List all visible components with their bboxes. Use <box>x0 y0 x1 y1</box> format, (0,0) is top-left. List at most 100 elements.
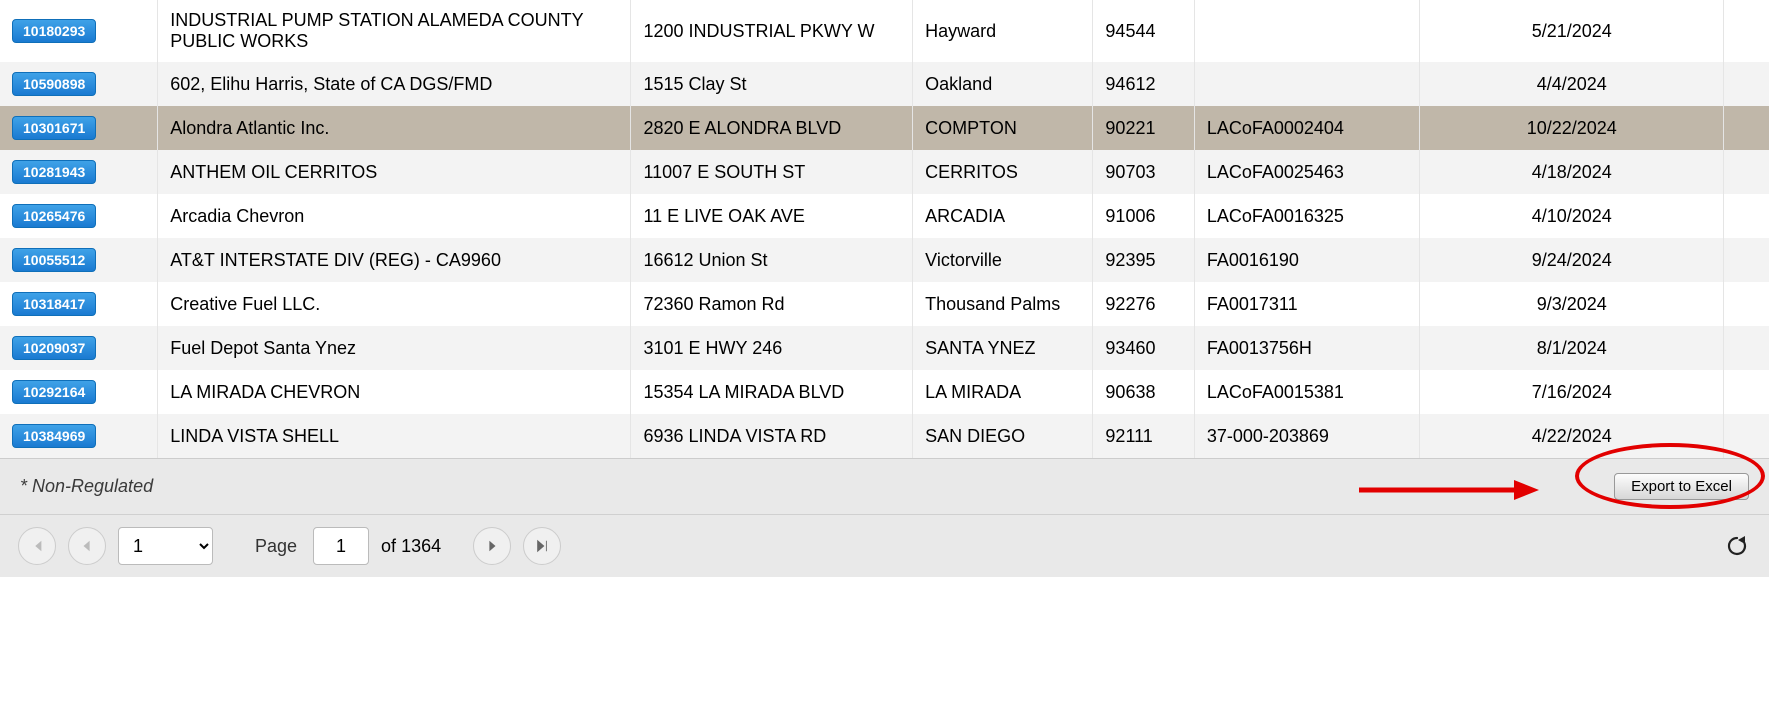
city: Victorville <box>913 238 1093 282</box>
page-of-label: of 1364 <box>381 536 441 557</box>
table-row[interactable]: 10055512 AT&T INTERSTATE DIV (REG) - CA99… <box>0 238 1769 282</box>
facility-name: LA MIRADA CHEVRON <box>158 370 631 414</box>
facility-name: ANTHEM OIL CERRITOS <box>158 150 631 194</box>
table-row[interactable]: 10265476 Arcadia Chevron11 E LIVE OAK AVE… <box>0 194 1769 238</box>
facility-name: Fuel Depot Santa Ynez <box>158 326 631 370</box>
facility-id: FA0013756H <box>1194 326 1419 370</box>
record-id-button[interactable]: 10265476 <box>12 204 96 228</box>
date: 10/22/2024 <box>1420 106 1724 150</box>
page-label: Page <box>255 536 297 557</box>
refresh-icon <box>1725 534 1749 558</box>
prev-page-icon <box>80 539 94 553</box>
results-table: 10180293 INDUSTRIAL PUMP STATION ALAMEDA … <box>0 0 1769 458</box>
address: 16612 Union St <box>631 238 913 282</box>
date: 5/21/2024 <box>1420 0 1724 62</box>
address: 3101 E HWY 246 <box>631 326 913 370</box>
address: 1515 Clay St <box>631 62 913 106</box>
date: 4/18/2024 <box>1420 150 1724 194</box>
facility-id: LACoFA0025463 <box>1194 150 1419 194</box>
zip: 94612 <box>1093 62 1194 106</box>
address: 6936 LINDA VISTA RD <box>631 414 913 458</box>
record-id-button[interactable]: 10209037 <box>12 336 96 360</box>
address: 11 E LIVE OAK AVE <box>631 194 913 238</box>
address: 2820 E ALONDRA BLVD <box>631 106 913 150</box>
facility-name: 602, Elihu Harris, State of CA DGS/FMD <box>158 62 631 106</box>
record-id-button[interactable]: 10055512 <box>12 248 96 272</box>
zip: 94544 <box>1093 0 1194 62</box>
table-row[interactable]: 10590898 602, Elihu Harris, State of CA D… <box>0 62 1769 106</box>
facility-name: LINDA VISTA SHELL <box>158 414 631 458</box>
address: 72360 Ramon Rd <box>631 282 913 326</box>
address: 15354 LA MIRADA BLVD <box>631 370 913 414</box>
city: CERRITOS <box>913 150 1093 194</box>
zip: 93460 <box>1093 326 1194 370</box>
zip: 90638 <box>1093 370 1194 414</box>
pager: 1 Page of 1364 <box>0 514 1769 577</box>
table-row[interactable]: 10281943 ANTHEM OIL CERRITOS11007 E SOUTH… <box>0 150 1769 194</box>
city: ARCADIA <box>913 194 1093 238</box>
non-regulated-note: * Non-Regulated <box>20 476 153 497</box>
zip: 92395 <box>1093 238 1194 282</box>
next-page-icon <box>485 539 499 553</box>
annotation-arrow <box>1359 475 1539 505</box>
date: 7/16/2024 <box>1420 370 1724 414</box>
city: LA MIRADA <box>913 370 1093 414</box>
city: SANTA YNEZ <box>913 326 1093 370</box>
zip: 92276 <box>1093 282 1194 326</box>
pager-first-button[interactable] <box>18 527 56 565</box>
date: 9/3/2024 <box>1420 282 1724 326</box>
date: 4/4/2024 <box>1420 62 1724 106</box>
zip: 91006 <box>1093 194 1194 238</box>
zip: 92111 <box>1093 414 1194 458</box>
facility-name: Alondra Atlantic Inc. <box>158 106 631 150</box>
address: 1200 INDUSTRIAL PKWY W <box>631 0 913 62</box>
record-id-button[interactable]: 10318417 <box>12 292 96 316</box>
facility-name: Creative Fuel LLC. <box>158 282 631 326</box>
date: 4/22/2024 <box>1420 414 1724 458</box>
zip: 90703 <box>1093 150 1194 194</box>
pager-next-button[interactable] <box>473 527 511 565</box>
facility-name: Arcadia Chevron <box>158 194 631 238</box>
date: 9/24/2024 <box>1420 238 1724 282</box>
facility-id <box>1194 0 1419 62</box>
date: 4/10/2024 <box>1420 194 1724 238</box>
table-row[interactable]: 10180293 INDUSTRIAL PUMP STATION ALAMEDA … <box>0 0 1769 62</box>
table-row[interactable]: 10301671 Alondra Atlantic Inc.2820 E ALON… <box>0 106 1769 150</box>
city: Oakland <box>913 62 1093 106</box>
export-to-excel-button[interactable]: Export to Excel <box>1614 473 1749 500</box>
refresh-button[interactable] <box>1723 532 1751 560</box>
facility-name: INDUSTRIAL PUMP STATION ALAMEDA COUNTY P… <box>158 0 631 62</box>
page-number-input[interactable] <box>313 527 369 565</box>
table-row[interactable]: 10209037 Fuel Depot Santa Ynez3101 E HWY … <box>0 326 1769 370</box>
facility-id: LACoFA0015381 <box>1194 370 1419 414</box>
facility-id: FA0017311 <box>1194 282 1419 326</box>
pager-last-button[interactable] <box>523 527 561 565</box>
record-id-button[interactable]: 10281943 <box>12 160 96 184</box>
city: SAN DIEGO <box>913 414 1093 458</box>
city: Hayward <box>913 0 1093 62</box>
facility-id <box>1194 62 1419 106</box>
table-footer: * Non-Regulated Export to Excel <box>0 458 1769 514</box>
zip: 90221 <box>1093 106 1194 150</box>
record-id-button[interactable]: 10590898 <box>12 72 96 96</box>
date: 8/1/2024 <box>1420 326 1724 370</box>
record-id-button[interactable]: 10180293 <box>12 19 96 43</box>
facility-id: LACoFA0002404 <box>1194 106 1419 150</box>
table-row[interactable]: 10318417 Creative Fuel LLC.72360 Ramon Rd… <box>0 282 1769 326</box>
table-row[interactable]: 10292164 LA MIRADA CHEVRON15354 LA MIRADA… <box>0 370 1769 414</box>
facility-id: 37-000-203869 <box>1194 414 1419 458</box>
last-page-icon <box>535 539 549 553</box>
record-id-button[interactable]: 10292164 <box>12 380 96 404</box>
city: COMPTON <box>913 106 1093 150</box>
facility-name: AT&T INTERSTATE DIV (REG) - CA9960 <box>158 238 631 282</box>
facility-id: LACoFA0016325 <box>1194 194 1419 238</box>
city: Thousand Palms <box>913 282 1093 326</box>
record-id-button[interactable]: 10301671 <box>12 116 96 140</box>
facility-id: FA0016190 <box>1194 238 1419 282</box>
table-row[interactable]: 10384969 LINDA VISTA SHELL6936 LINDA VIST… <box>0 414 1769 458</box>
address: 11007 E SOUTH ST <box>631 150 913 194</box>
record-id-button[interactable]: 10384969 <box>12 424 96 448</box>
first-page-icon <box>30 539 44 553</box>
page-size-select[interactable]: 1 <box>118 527 213 565</box>
pager-prev-button[interactable] <box>68 527 106 565</box>
